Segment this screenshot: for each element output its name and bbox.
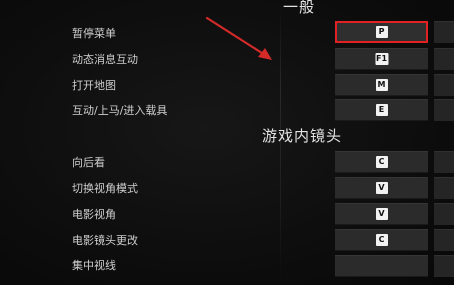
keybind-alt-cinematic-change[interactable] — [434, 229, 454, 251]
keybind-alt-focus-view[interactable] — [434, 255, 454, 277]
keycap: P — [375, 26, 388, 38]
row-label-feed-interact: 动态消息互动 — [72, 53, 138, 66]
keycap: M — [375, 79, 388, 91]
keybind-look-behind[interactable]: C — [335, 151, 428, 173]
row-label-interact-mount: 互动/上马/进入载具 — [72, 104, 168, 117]
keybind-interact-mount[interactable]: E — [335, 99, 428, 121]
keycap: C — [375, 156, 388, 168]
row-label-focus-view: 集中视线 — [72, 259, 116, 272]
row-label-pause-menu: 暂停菜单 — [72, 27, 116, 40]
keycap: C — [375, 234, 388, 246]
keybind-alt-pause-menu[interactable] — [434, 21, 454, 43]
keybind-alt-look-behind[interactable] — [434, 151, 454, 173]
keybind-alt-cinematic-view[interactable] — [434, 203, 454, 225]
keybind-pause-menu[interactable]: P — [335, 21, 428, 43]
keybind-cinematic-view[interactable]: V — [335, 203, 428, 225]
keybind-feed-interact[interactable]: F1 — [335, 48, 428, 70]
keycap: E — [375, 104, 388, 116]
keybind-alt-feed-interact[interactable] — [434, 48, 454, 70]
keybind-switch-view[interactable]: V — [335, 177, 428, 199]
row-label-cinematic-change: 电影镜头更改 — [72, 234, 138, 247]
keycap: V — [375, 208, 388, 220]
keybind-alt-switch-view[interactable] — [434, 177, 454, 199]
keybind-alt-open-map[interactable] — [434, 74, 454, 96]
keycap: F1 — [374, 53, 389, 65]
row-label-cinematic-view: 电影视角 — [72, 208, 116, 221]
row-label-open-map: 打开地图 — [72, 79, 116, 92]
row-label-look-behind: 向后看 — [72, 156, 105, 169]
keybind-alt-interact-mount[interactable] — [434, 99, 454, 121]
keybind-cinematic-change[interactable]: C — [335, 229, 428, 251]
keybind-open-map[interactable]: M — [335, 74, 428, 96]
keybind-focus-view[interactable] — [335, 255, 428, 277]
keycap: V — [375, 182, 388, 194]
section-title-camera: 游戏内镜头 — [262, 127, 343, 145]
section-title-general: 一般 — [283, 0, 316, 16]
row-label-switch-view: 切换视角模式 — [72, 182, 138, 195]
